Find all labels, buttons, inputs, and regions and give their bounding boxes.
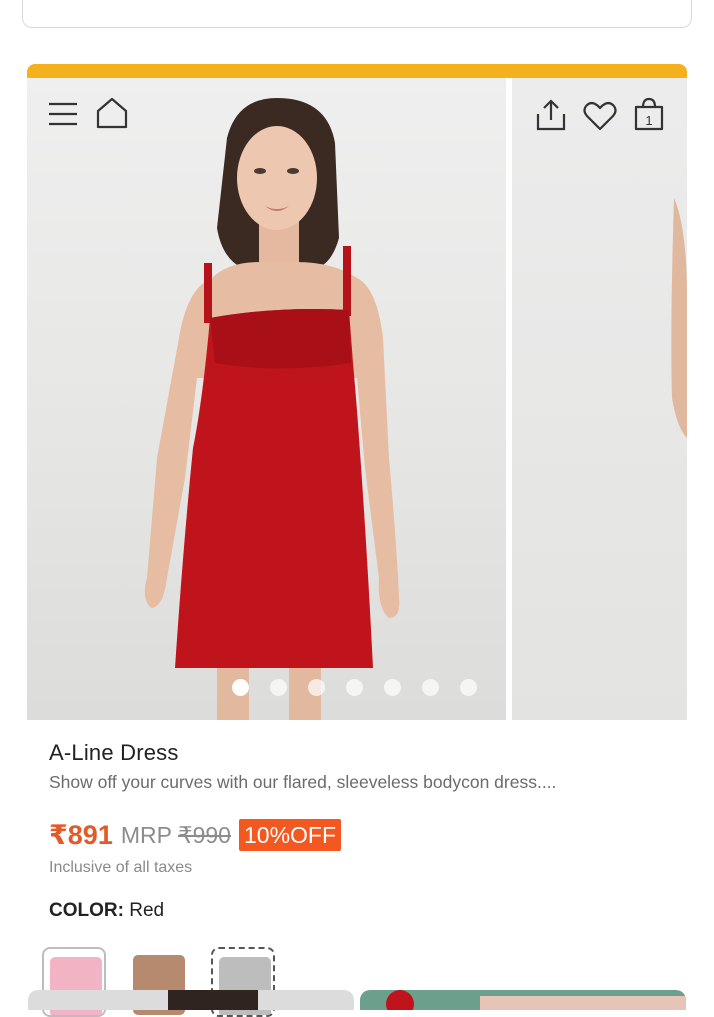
model-in-red-dress-image	[144, 98, 400, 720]
product-image-next[interactable]: 1	[512, 78, 687, 720]
home-icon[interactable]	[95, 96, 129, 135]
selling-price: ₹891	[49, 819, 113, 850]
accent-bar	[27, 64, 687, 78]
similar-product-image	[168, 990, 258, 1010]
pagination-dot[interactable]	[460, 679, 477, 696]
pagination-dot[interactable]	[384, 679, 401, 696]
cart-count-badge: 1	[645, 113, 652, 128]
color-label: COLOR:	[49, 900, 124, 921]
pagination-dot[interactable]	[232, 679, 249, 696]
image-pagination-dots	[232, 679, 477, 697]
similar-product-card[interactable]	[28, 990, 354, 1010]
similar-product-card[interactable]	[360, 990, 686, 1010]
share-icon[interactable]	[534, 98, 568, 137]
pagination-dot[interactable]	[422, 679, 439, 696]
product-image-main[interactable]	[27, 78, 506, 720]
product-title: A-Line Dress	[49, 740, 179, 765]
pagination-dot[interactable]	[270, 679, 287, 696]
tax-note: Inclusive of all taxes	[49, 859, 193, 876]
color-value: Red	[129, 900, 165, 921]
shopping-bag-icon[interactable]: 1	[632, 96, 666, 137]
product-description[interactable]: Show off your curves with our flared, sl…	[49, 772, 556, 793]
menu-icon[interactable]	[47, 98, 79, 135]
next-image-preview	[671, 198, 687, 438]
price-row: ₹891 MRP ₹990 10%OFF	[49, 815, 342, 855]
color-row: COLOR: Red	[49, 900, 164, 922]
similar-product-image	[386, 990, 686, 1010]
product-image-gallery[interactable]: 1	[27, 78, 687, 720]
mrp-value: ₹990	[177, 821, 231, 848]
heart-icon[interactable]	[583, 100, 617, 137]
top-card	[22, 0, 692, 28]
discount-badge: 10%OFF	[238, 819, 342, 851]
mrp-label: MRP	[120, 821, 172, 848]
pagination-dot[interactable]	[346, 679, 363, 696]
pagination-dot[interactable]	[308, 679, 325, 696]
